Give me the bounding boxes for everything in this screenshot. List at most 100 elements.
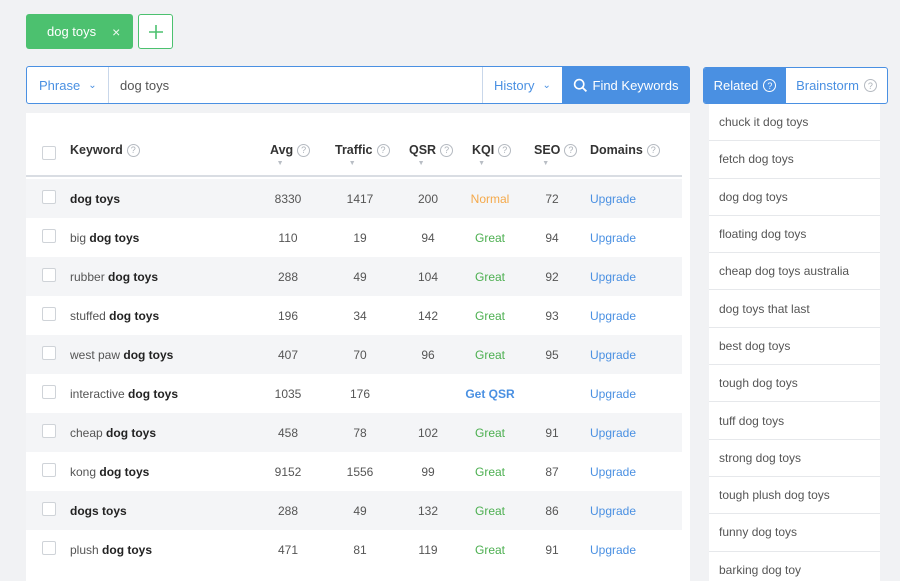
related-item[interactable]: barking dog toy [709, 552, 880, 581]
kqi-cell: Great [474, 464, 505, 479]
keyword-cell[interactable]: dog toys [70, 179, 120, 218]
table-row[interactable]: big dog toys 110 19 94 Great 94 Upgrade [26, 218, 682, 257]
upgrade-link[interactable]: Upgrade [590, 296, 636, 335]
add-tag-button[interactable] [138, 14, 173, 49]
help-icon[interactable]: ? [763, 79, 777, 92]
qsr-cell: 104 [417, 269, 439, 284]
upgrade-link[interactable]: Upgrade [590, 374, 636, 413]
upgrade-link[interactable]: Upgrade [590, 179, 636, 218]
help-icon[interactable]: ? [440, 143, 454, 157]
related-item[interactable]: tough dog toys [709, 365, 880, 403]
column-avg[interactable]: Avg ? ▼ [270, 143, 311, 167]
keyword-cell[interactable]: stuffed dog toys [70, 296, 159, 335]
keyword-cell[interactable]: dogs toys [70, 491, 127, 530]
keyword-cell[interactable]: kong dog toys [70, 452, 149, 491]
row-checkbox[interactable] [42, 268, 56, 282]
column-qsr[interactable]: QSR ? ▼ [409, 143, 454, 167]
row-checkbox[interactable] [42, 541, 56, 555]
related-item[interactable]: chuck it dog toys [709, 104, 880, 142]
traffic-cell: 176 [349, 386, 371, 401]
row-checkbox[interactable] [42, 463, 56, 477]
table-row[interactable]: stuffed dog toys 196 34 142 Great 93 Upgrade [26, 296, 682, 335]
upgrade-link[interactable]: Upgrade [590, 218, 636, 257]
table-row[interactable]: dogs toys 288 49 132 Great 86 Upgrade [26, 491, 682, 530]
tab-related[interactable]: Related ? [704, 68, 786, 103]
keyword-match: dog toys [89, 230, 140, 245]
help-icon[interactable]: ? [297, 143, 311, 157]
column-traffic[interactable]: Traffic ? ▼ [335, 143, 390, 167]
related-item[interactable]: dog dog toys [709, 179, 880, 216]
upgrade-link[interactable]: Upgrade [590, 452, 636, 491]
related-item[interactable]: strong dog toys [709, 440, 880, 477]
row-checkbox[interactable] [42, 424, 56, 438]
upgrade-link[interactable]: Upgrade [590, 335, 636, 374]
row-checkbox[interactable] [42, 229, 56, 243]
close-icon[interactable]: × [112, 24, 120, 40]
find-keywords-button[interactable]: Find Keywords [562, 67, 689, 103]
sort-icon: ▼ [478, 160, 486, 167]
upgrade-link[interactable]: Upgrade [590, 257, 636, 296]
table-row[interactable]: interactive dog toys 1035 176 Get QSR Upgrad… [26, 374, 682, 413]
sort-icon: ▼ [417, 160, 425, 167]
seo-cell: 93 [545, 308, 559, 323]
match-mode-dropdown[interactable]: Phrase ⌄ [27, 67, 109, 103]
related-item[interactable]: tough plush dog toys [709, 477, 880, 515]
keyword-match: dog toys [102, 542, 153, 557]
table-row[interactable]: rubber dog toys 288 49 104 Great 92 Upgrade [26, 257, 682, 296]
column-kqi[interactable]: KQI ? ▼ [472, 143, 512, 167]
table-row[interactable]: west paw dog toys 407 70 96 Great 95 Upgrade [26, 335, 682, 374]
row-checkbox[interactable] [42, 502, 56, 516]
upgrade-link[interactable]: Upgrade [590, 530, 636, 569]
table-row[interactable]: plush dog toys 471 81 119 Great 91 Upgrade [26, 530, 682, 569]
related-item[interactable]: cheap dog toys australia [709, 253, 880, 291]
help-icon[interactable]: ? [498, 143, 512, 157]
seo-cell: 91 [545, 425, 559, 440]
help-icon[interactable]: ? [863, 79, 877, 92]
column-seo[interactable]: SEO ? ▼ [534, 143, 578, 167]
keyword-cell[interactable]: west paw dog toys [70, 335, 173, 374]
tab-brainstorm[interactable]: Brainstorm ? [786, 68, 887, 103]
kqi-cell[interactable]: Get QSR [460, 374, 520, 413]
keyword-tag[interactable]: dog toys × [26, 14, 133, 49]
avg-cell: 196 [277, 308, 299, 323]
table-row[interactable]: kong dog toys 9152 1556 99 Great 87 Upgrade [26, 452, 682, 491]
related-item[interactable]: best dog toys [709, 328, 880, 366]
related-item[interactable]: tuff dog toys [709, 402, 880, 440]
help-icon[interactable]: ? [376, 143, 390, 157]
qsr-cell: 119 [418, 542, 438, 557]
traffic-cell: 49 [353, 269, 367, 284]
table-row[interactable]: dog toys 8330 1417 200 Normal 72 Upgrade [26, 179, 682, 218]
traffic-cell: 1556 [346, 464, 374, 479]
upgrade-link[interactable]: Upgrade [590, 491, 636, 530]
related-item[interactable]: fetch dog toys [709, 141, 880, 179]
column-keyword[interactable]: Keyword ? [70, 143, 140, 157]
related-item[interactable]: dog toys that last [709, 290, 880, 328]
row-checkbox[interactable] [42, 385, 56, 399]
help-icon[interactable]: ? [564, 143, 578, 157]
keyword-cell[interactable]: cheap dog toys [70, 413, 156, 452]
avg-cell: 407 [277, 347, 299, 362]
related-item[interactable]: funny dog toys [709, 514, 880, 552]
keyword-cell[interactable]: big dog toys [70, 218, 139, 257]
qsr-cell: 96 [421, 347, 435, 362]
upgrade-link[interactable]: Upgrade [590, 413, 636, 452]
keyword-prefix: stuffed [70, 308, 110, 323]
help-icon[interactable]: ? [646, 143, 660, 157]
keyword-cell[interactable]: rubber dog toys [70, 257, 158, 296]
row-checkbox[interactable] [42, 346, 56, 360]
related-item[interactable]: floating dog toys [709, 216, 880, 254]
avg-cell: 9152 [274, 464, 302, 479]
table-row[interactable]: cheap dog toys 458 78 102 Great 91 Upgrade [26, 413, 682, 452]
keyword-prefix: rubber [70, 269, 109, 284]
select-all-checkbox[interactable] [42, 146, 56, 160]
row-checkbox[interactable] [42, 190, 56, 204]
keyword-cell[interactable]: interactive dog toys [70, 374, 178, 413]
help-icon[interactable]: ? [126, 143, 140, 157]
keyword-cell[interactable]: plush dog toys [70, 530, 152, 569]
column-traffic-label: Traffic [335, 143, 373, 157]
history-dropdown[interactable]: History ⌄ [482, 67, 562, 103]
column-domains[interactable]: Domains ? [590, 143, 660, 157]
row-checkbox[interactable] [42, 307, 56, 321]
search-input[interactable] [109, 67, 482, 103]
seo-cell: 91 [545, 542, 559, 557]
